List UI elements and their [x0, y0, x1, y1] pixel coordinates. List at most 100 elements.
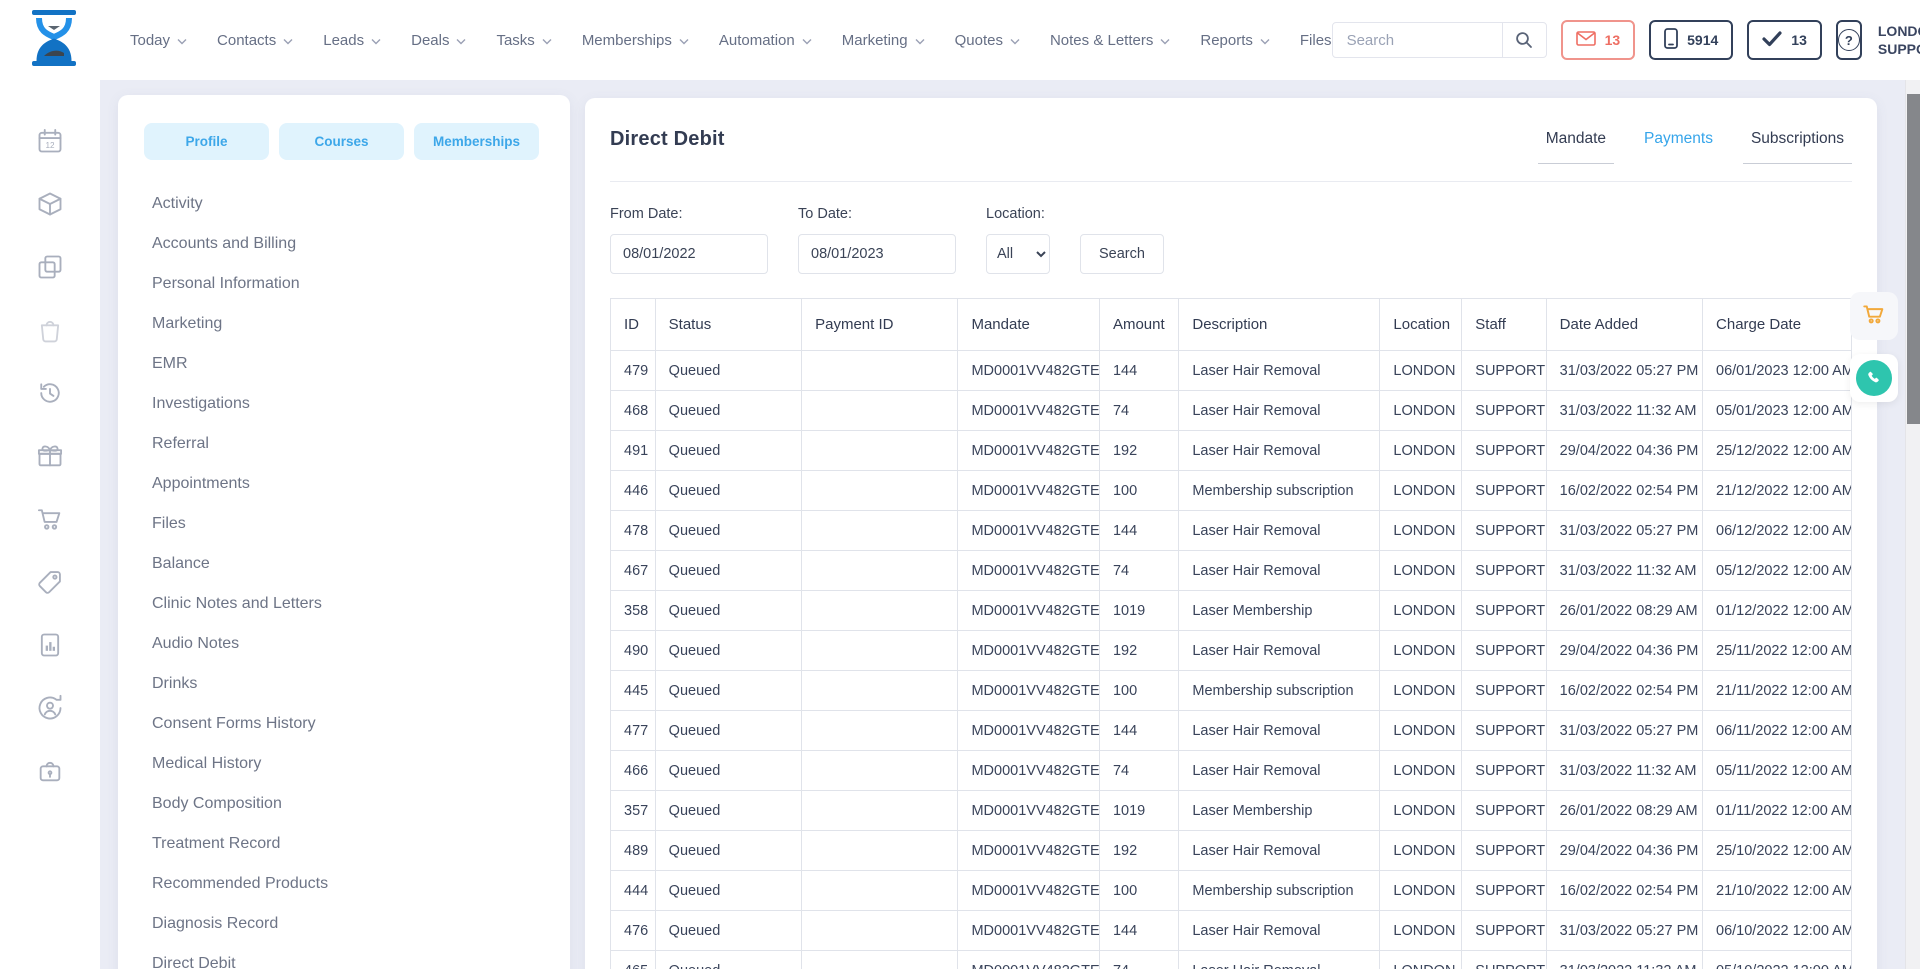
column-header[interactable]: Location	[1380, 299, 1462, 351]
profile-menu-item[interactable]: Recommended Products	[152, 864, 570, 904]
table-row[interactable]: 468 Queued MD0001VV482GTE 74 Laser Hair …	[611, 391, 1852, 431]
column-header[interactable]: Description	[1179, 299, 1380, 351]
profile-menu-item[interactable]: Medical History	[152, 744, 570, 784]
cell-payment-id	[802, 911, 958, 951]
nav-item[interactable]: Today	[130, 32, 187, 49]
table-row[interactable]: 467 Queued MD0001VV482GTE 74 Laser Hair …	[611, 551, 1852, 591]
cell-description: Membership subscription	[1179, 471, 1380, 511]
chevron-down-icon	[456, 32, 466, 49]
page-scrollbar-thumb[interactable]	[1907, 94, 1920, 424]
direct-debit-header: Direct Debit MandatePaymentsSubscription…	[610, 98, 1852, 182]
table-row[interactable]: 358 Queued MD0001VV482GTE 1019 Laser Mem…	[611, 591, 1852, 631]
profile-menu-item[interactable]: Consent Forms History	[152, 704, 570, 744]
history-icon[interactable]	[35, 378, 65, 408]
cell-status: Queued	[655, 471, 801, 511]
cart-icon[interactable]	[35, 504, 65, 534]
help-button[interactable]: ?	[1836, 20, 1862, 60]
column-header[interactable]: Payment ID	[802, 299, 958, 351]
app-logo[interactable]	[24, 9, 84, 72]
table-row[interactable]: 357 Queued MD0001VV482GTE 1019 Laser Mem…	[611, 791, 1852, 831]
mail-badge-button[interactable]: 13	[1561, 20, 1636, 60]
table-row[interactable]: 446 Queued MD0001VV482GTE 100 Membership…	[611, 471, 1852, 511]
nav-item[interactable]: Notes & Letters	[1050, 32, 1170, 49]
filter-search-button[interactable]: Search	[1080, 234, 1164, 274]
shopping-bag-icon[interactable]	[35, 315, 65, 345]
gift-icon[interactable]	[35, 441, 65, 471]
profile-menu-item[interactable]: Investigations	[152, 384, 570, 424]
floating-cart-button[interactable]	[1850, 292, 1898, 340]
locked-case-icon[interactable]	[35, 756, 65, 786]
profile-menu-item[interactable]: Balance	[152, 544, 570, 584]
table-row[interactable]: 476 Queued MD0001VV482GTE 144 Laser Hair…	[611, 911, 1852, 951]
table-row[interactable]: 466 Queued MD0001VV482GTE 74 Laser Hair …	[611, 751, 1852, 791]
nav-item[interactable]: Marketing	[842, 32, 925, 49]
table-row[interactable]: 445 Queued MD0001VV482GTE 100 Membership…	[611, 671, 1852, 711]
table-row[interactable]: 490 Queued MD0001VV482GTE 192 Laser Hair…	[611, 631, 1852, 671]
from-date-input[interactable]	[610, 234, 768, 274]
profile-menu-item[interactable]: Body Composition	[152, 784, 570, 824]
cell-id: 446	[611, 471, 656, 511]
profile-menu-item[interactable]: EMR	[152, 344, 570, 384]
table-row[interactable]: 444 Queued MD0001VV482GTE 100 Membership…	[611, 871, 1852, 911]
profile-menu-item[interactable]: Audio Notes	[152, 624, 570, 664]
direct-debit-tab[interactable]: Subscriptions	[1751, 130, 1844, 164]
copy-icon[interactable]	[35, 252, 65, 282]
table-row[interactable]: 491 Queued MD0001VV482GTE 192 Laser Hair…	[611, 431, 1852, 471]
profile-menu-item[interactable]: Drinks	[152, 664, 570, 704]
profile-menu-item[interactable]: Diagnosis Record	[152, 904, 570, 944]
column-header[interactable]: Mandate	[958, 299, 1099, 351]
sms-badge-button[interactable]: 5914	[1649, 20, 1733, 60]
table-row[interactable]: 478 Queued MD0001VV482GTE 144 Laser Hair…	[611, 511, 1852, 551]
nav-item[interactable]: Leads	[323, 32, 381, 49]
table-row[interactable]: 489 Queued MD0001VV482GTE 192 Laser Hair…	[611, 831, 1852, 871]
profile-menu-item[interactable]: Treatment Record	[152, 824, 570, 864]
profile-menu-item[interactable]: Appointments	[152, 464, 570, 504]
column-header[interactable]: Date Added	[1546, 299, 1702, 351]
mobile-phone-icon	[1664, 28, 1678, 52]
calendar-icon[interactable]: 12	[35, 126, 65, 156]
direct-debit-tab[interactable]: Payments	[1644, 130, 1713, 164]
direct-debit-tab[interactable]: Mandate	[1546, 130, 1606, 164]
nav-item[interactable]: Tasks	[496, 32, 551, 49]
column-header[interactable]: ID	[611, 299, 656, 351]
nav-item[interactable]: Memberships	[582, 32, 689, 49]
cell-id: 490	[611, 631, 656, 671]
report-document-icon[interactable]	[35, 630, 65, 660]
support-account-icon[interactable]	[35, 693, 65, 723]
nav-item[interactable]: Reports	[1200, 32, 1270, 49]
profile-menu-item[interactable]: Referral	[152, 424, 570, 464]
price-tag-icon[interactable]	[35, 567, 65, 597]
table-row[interactable]: 465 Queued MD0001VV482GTE 74 Laser Hair …	[611, 951, 1852, 969]
cart-icon	[1861, 301, 1887, 332]
column-header[interactable]: Staff	[1462, 299, 1546, 351]
column-header[interactable]: Amount	[1099, 299, 1178, 351]
column-header[interactable]: Status	[655, 299, 801, 351]
cell-payment-id	[802, 791, 958, 831]
search-icon[interactable]	[1502, 23, 1546, 57]
profile-menu-item[interactable]: Files	[152, 504, 570, 544]
profile-menu-item[interactable]: Marketing	[152, 304, 570, 344]
panel-tab[interactable]: Courses	[279, 123, 404, 160]
package-icon[interactable]	[35, 189, 65, 219]
column-header[interactable]: Charge Date	[1703, 299, 1852, 351]
panel-tab[interactable]: Memberships	[414, 123, 539, 160]
tasks-badge-button[interactable]: 13	[1747, 20, 1822, 60]
profile-menu-item[interactable]: Direct Debit	[152, 944, 570, 969]
nav-item[interactable]: Files	[1300, 32, 1332, 49]
cell-status: Queued	[655, 351, 801, 391]
table-row[interactable]: 477 Queued MD0001VV482GTE 144 Laser Hair…	[611, 711, 1852, 751]
panel-tab[interactable]: Profile	[144, 123, 269, 160]
profile-menu-item[interactable]: Accounts and Billing	[152, 224, 570, 264]
search-input[interactable]	[1333, 23, 1502, 57]
location-select[interactable]: All	[986, 234, 1050, 274]
to-date-input[interactable]	[798, 234, 956, 274]
profile-menu-item[interactable]: Personal Information	[152, 264, 570, 304]
nav-item[interactable]: Quotes	[955, 32, 1020, 49]
nav-item[interactable]: Deals	[411, 32, 466, 49]
nav-item[interactable]: Contacts	[217, 32, 293, 49]
floating-phone-button[interactable]	[1850, 354, 1898, 402]
profile-menu-item[interactable]: Activity	[152, 184, 570, 224]
table-row[interactable]: 479 Queued MD0001VV482GTE 144 Laser Hair…	[611, 351, 1852, 391]
profile-menu-item[interactable]: Clinic Notes and Letters	[152, 584, 570, 624]
nav-item[interactable]: Automation	[719, 32, 812, 49]
